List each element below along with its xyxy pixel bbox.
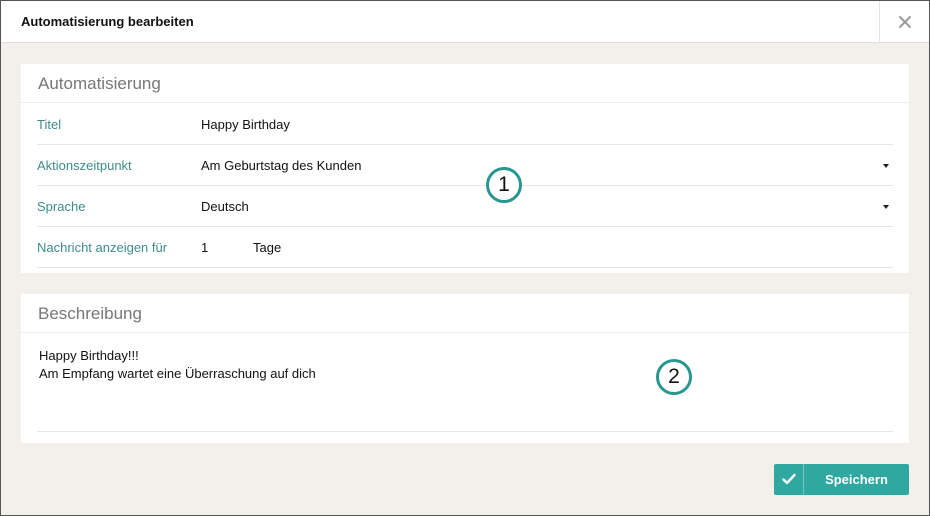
caret-down-icon[interactable] (883, 205, 889, 209)
caret-down-icon[interactable] (883, 164, 889, 168)
automation-heading-text: Automatisierung (38, 74, 161, 93)
callout-marker-1-text: 1 (498, 173, 510, 196)
language-label: Sprache (37, 199, 86, 214)
display-duration-label: Nachricht anzeigen für (37, 240, 168, 255)
display-duration-row[interactable]: Nachricht anzeigen für 1 Tage (37, 227, 893, 268)
save-icon-box[interactable] (774, 464, 804, 495)
edit-automation-dialog: Automatisierung bearbeiten Automatisieru… (0, 0, 930, 516)
automation-panel-heading: Automatisierung (21, 64, 909, 103)
description-textarea[interactable]: Happy Birthday!!! Am Empfang wartet eine… (37, 346, 893, 432)
automation-panel: Automatisierung Titel Happy Birthday Akt… (21, 64, 909, 273)
callout-marker-2: 2 (656, 359, 692, 395)
dialog-title: Automatisierung bearbeiten (21, 14, 194, 29)
save-button-label[interactable]: Speichern (804, 472, 909, 487)
description-panel-heading: Beschreibung (21, 294, 909, 333)
callout-marker-1: 1 (486, 167, 522, 203)
save-button[interactable]: Speichern (774, 464, 909, 495)
dialog-header: Automatisierung bearbeiten (1, 1, 929, 43)
description-line: Happy Birthday!!! (39, 348, 139, 363)
description-heading-text: Beschreibung (38, 304, 142, 323)
action-time-select[interactable]: Aktionszeitpunkt Am Geburtstag des Kunde… (37, 145, 893, 186)
language-select[interactable]: Sprache Deutsch (37, 186, 893, 227)
title-input[interactable]: Happy Birthday (201, 117, 290, 132)
title-label: Titel (37, 117, 62, 132)
check-icon[interactable] (782, 473, 796, 485)
callout-marker-2-text: 2 (668, 365, 680, 388)
description-line: Am Empfang wartet eine Überraschung auf … (39, 366, 316, 381)
action-time-value[interactable]: Am Geburtstag des Kunden (201, 158, 361, 173)
close-button[interactable] (879, 1, 929, 43)
action-time-label: Aktionszeitpunkt (37, 158, 132, 173)
display-duration-unit: Tage (253, 240, 282, 255)
close-icon[interactable] (897, 14, 913, 30)
display-duration-input[interactable]: 1 (201, 240, 208, 255)
title-row[interactable]: Titel Happy Birthday (37, 104, 893, 145)
language-value[interactable]: Deutsch (201, 199, 249, 214)
description-panel: Beschreibung Happy Birthday!!! Am Empfan… (21, 294, 909, 443)
